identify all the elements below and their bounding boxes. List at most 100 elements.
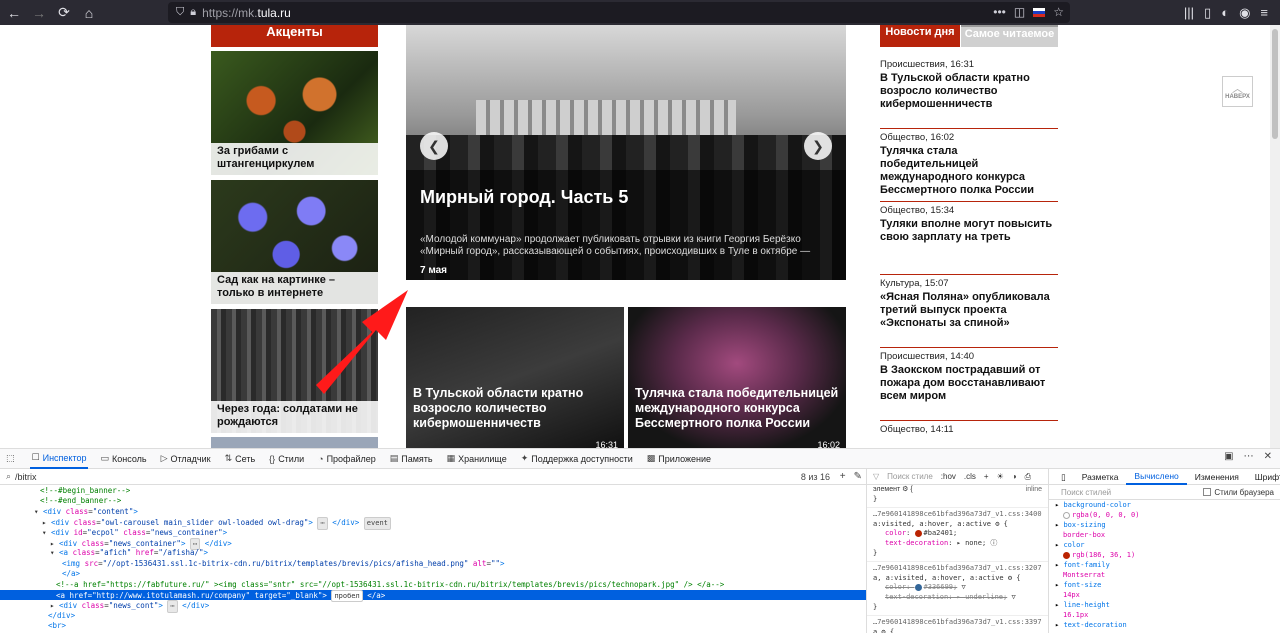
slider-prev-icon[interactable]: ❮ [420, 132, 448, 160]
dom-node[interactable]: ▾ <div id="ecpol" class="news_container"… [0, 528, 866, 538]
toggle-sidebar-icon[interactable]: ▯ [1053, 469, 1074, 485]
news-card[interactable]: В Тульской области кратно возросло колич… [406, 307, 624, 448]
list-item[interactable]: Происшествия, 16:31 В Тульской области к… [880, 57, 1058, 129]
rule-decl[interactable]: color: #ba2401; [867, 529, 1048, 539]
checkbox-box[interactable] [1203, 488, 1212, 496]
print-icon[interactable]: ⎙ [1025, 472, 1031, 482]
tab-styles[interactable]: {} Стили [267, 449, 306, 469]
add-rule-icon[interactable]: + [984, 472, 989, 482]
computed-filter-input[interactable]: Поиск стилей Стили браузера [1049, 485, 1280, 500]
dom-node[interactable]: <img src="//opt-1536431.ssl.1c-bitrix-cd… [0, 559, 866, 569]
forward-icon[interactable]: → [28, 2, 50, 24]
rules-filter-placeholder[interactable]: Поиск стиле [887, 472, 933, 482]
html-search-input[interactable]: ⌕ /bitrix 8 из 16 + ✎ [0, 469, 866, 485]
news-card[interactable]: Тулячка стала победительницей международ… [628, 307, 846, 448]
shield-icon[interactable]: ⛉ [176, 6, 184, 19]
dom-node[interactable]: ▸ <div class="owl-carousel main_slider o… [0, 517, 866, 530]
computed-prop[interactable]: ▸ font-family [1055, 560, 1280, 570]
rule-source-text[interactable]: …7e960141898ce61bfad396a73d7_v1.css:3400 [873, 510, 1042, 518]
dom-node[interactable]: ▸ <div class="news_container"> ⋯ </div> [0, 537, 866, 551]
tab-debugger[interactable]: ▷ Отладчик [159, 449, 213, 469]
tab-changes[interactable]: Изменения [1187, 469, 1247, 485]
tab-accessibility[interactable]: ✦ Поддержка доступности [519, 449, 635, 469]
news-card-title[interactable]: Тулячка стала победительницей международ… [635, 386, 839, 431]
rule-source-text[interactable]: …7e960141898ce61bfad396a73d7_v1.css:3207 [873, 564, 1042, 572]
hov-toggle[interactable]: :hov [941, 472, 956, 482]
rule-source[interactable]: …7e960141898ce61bfad396a73d7_v1.css:3397 [867, 618, 1048, 628]
decl-value[interactable]: none [965, 539, 982, 547]
computed-filter-placeholder[interactable]: Поиск стилей [1061, 488, 1111, 497]
computed-prop[interactable]: ▸ background-color [1055, 500, 1280, 510]
dom-node[interactable]: </a> [0, 569, 866, 579]
russia-flag-icon[interactable] [1033, 7, 1046, 17]
news-title[interactable]: Туляки вполне могут повысить свою зарпла… [880, 218, 1058, 244]
dom-node[interactable]: <!--#begin_banner--> [0, 486, 866, 496]
more-options-icon[interactable]: ⋯ [1244, 451, 1254, 462]
collapsed-badge[interactable]: ⋯ [317, 517, 328, 530]
computed-prop[interactable]: ▸ box-sizing [1055, 520, 1280, 530]
side-tile[interactable] [211, 437, 378, 448]
news-title[interactable]: «Ясная Поляна» опубликовала третий выпус… [880, 291, 1058, 330]
dom-node[interactable]: <!--#end_banner--> [0, 496, 866, 506]
decl-value[interactable]: #ba2401 [924, 529, 954, 537]
collapsed-badge[interactable]: ⋯ [167, 600, 178, 613]
news-title[interactable]: В Заокском пострадавший от пожара дом во… [880, 364, 1058, 403]
computed-prop[interactable]: ▸ text-decoration [1055, 620, 1280, 630]
decl-value[interactable]: #336699 [924, 583, 954, 591]
tab-computed[interactable]: Вычислено [1126, 469, 1187, 485]
list-item[interactable]: Культура, 15:07 «Ясная Поляна» опубликов… [880, 276, 1058, 348]
cls-toggle[interactable]: .cls [964, 472, 976, 482]
rule-decl[interactable]: text-decoration: ▸ none; ⓘ [867, 539, 1048, 549]
page-scrollbar[interactable] [1270, 25, 1280, 448]
browser-styles-checkbox[interactable]: Стили браузера [1203, 488, 1274, 497]
rules-filter[interactable]: ▽ Поиск стиле :hov .cls + ☀ ◑ ⎙ [867, 469, 1048, 485]
decl-value[interactable]: underline [965, 593, 1003, 601]
tab-layout[interactable]: Разметка [1074, 469, 1127, 485]
scrollbar-thumb[interactable] [1272, 29, 1278, 139]
list-item[interactable]: Происшествия, 14:40 В Заокском пострадав… [880, 349, 1058, 421]
dom-node[interactable]: </div> [0, 611, 866, 621]
tab-memory[interactable]: ▤ Память [388, 449, 435, 469]
add-node-icon[interactable]: + [840, 471, 846, 482]
rule-source[interactable]: …7e960141898ce61bfad396a73d7_v1.css:3400 [867, 510, 1048, 520]
scroll-top-button[interactable]: ︿ НАВЕРХ [1222, 76, 1253, 107]
tab-application[interactable]: ▩ Приложение [645, 449, 713, 469]
whitespace-badge[interactable]: пробел [331, 589, 363, 603]
rule-source[interactable]: …7e960141898ce61bfad396a73d7_v1.css:3207 [867, 564, 1048, 574]
lock-icon[interactable]: 🔒︎ [190, 6, 196, 19]
sync-icon[interactable]: ◐ [1221, 5, 1229, 20]
dom-node[interactable]: <!--a href="https://fabfuture.ru/" ><img… [0, 580, 866, 590]
back-icon[interactable]: ← [3, 2, 25, 24]
slider-next-icon[interactable]: ❯ [804, 132, 832, 160]
tab-most-read[interactable]: Самое читаемое [961, 25, 1058, 47]
tab-network[interactable]: ⇅ Сеть [223, 449, 258, 469]
dom-node[interactable]: ▾ <a class="afich" href="/afisha/"> [0, 548, 866, 558]
page-actions-icon[interactable]: ••• [993, 5, 1006, 19]
side-tile[interactable]: За грибами с штангенциркулем [211, 51, 378, 175]
tab-news-of-day[interactable]: Новости дня [880, 25, 960, 47]
eyedropper-icon[interactable]: ✎ [854, 471, 862, 482]
side-tile-caption[interactable]: Через года: солдатами не рождаются [211, 401, 378, 433]
url-text[interactable]: https://mk.tula.ru [202, 6, 291, 20]
sidebar-icon[interactable]: ▯ [1204, 5, 1211, 21]
close-icon[interactable]: ✕ [1264, 451, 1272, 462]
tab-fonts[interactable]: Шрифты [1247, 469, 1280, 485]
reload-icon[interactable]: ⟳ [53, 2, 75, 24]
dom-node[interactable]: ▾ <div class="content"> [0, 507, 866, 517]
pocket-icon[interactable]: ◫ [1014, 5, 1025, 19]
dark-theme-icon[interactable]: ◑ [1012, 472, 1017, 482]
list-item[interactable]: Общество, 14:11 [880, 422, 1058, 448]
list-item[interactable]: Общество, 16:02 Тулячка стала победитель… [880, 130, 1058, 202]
search-value[interactable]: /bitrix [15, 472, 37, 482]
color-swatch[interactable] [914, 529, 922, 537]
extension-icon[interactable]: ◉ [1239, 5, 1250, 21]
dom-node[interactable]: ▸ <div class="news_cont"> ⋯ </div> [0, 600, 866, 613]
news-title[interactable]: В Тульской области кратно возросло колич… [880, 72, 1058, 111]
dom-node[interactable]: <br> [0, 621, 866, 631]
side-tile[interactable]: Сад как на картинке – только в интернете [211, 180, 378, 304]
event-badge[interactable]: event [363, 517, 391, 530]
side-tile-caption[interactable]: За грибами с штангенциркулем [211, 143, 378, 175]
computed-prop[interactable]: ▸ line-height [1055, 600, 1280, 610]
slide-title[interactable]: Мирный город. Часть 5 [420, 187, 628, 208]
rule-source-text[interactable]: …7e960141898ce61bfad396a73d7_v1.css:3397 [873, 618, 1042, 626]
